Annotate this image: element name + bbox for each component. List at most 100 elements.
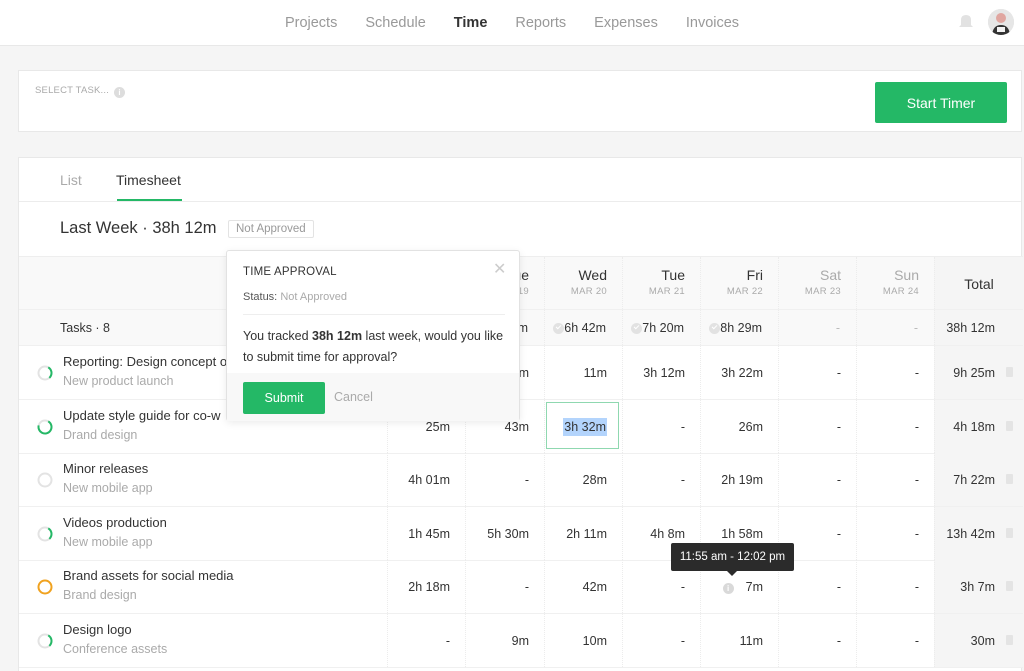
day-total: - — [856, 310, 934, 345]
time-entry-cell[interactable]: - — [778, 399, 856, 453]
time-entry-cell[interactable]: - — [387, 613, 465, 667]
day-total: 6h 42m — [544, 310, 622, 345]
time-entry-cell[interactable]: - — [856, 506, 934, 560]
time-entry-cell[interactable]: 3h 12m — [622, 346, 700, 399]
time-entry-cell[interactable]: - — [622, 613, 700, 667]
tab-timesheet[interactable]: Timesheet — [116, 172, 181, 188]
time-entry-cell[interactable]: - — [856, 453, 934, 506]
time-entry-cell[interactable]: - — [778, 346, 856, 399]
time-entry-cell[interactable]: 28m — [544, 453, 622, 506]
task-name: Videos production — [63, 514, 167, 530]
day-total: 7h 20m — [622, 310, 700, 345]
task-info[interactable]: Design logo Conference assets — [19, 614, 387, 667]
time-range-tooltip: 11:55 am - 12:02 pm — [671, 543, 794, 576]
approved-check-icon — [553, 323, 564, 334]
time-entry-cell[interactable]: - — [778, 613, 856, 667]
day-header: Tue MAR 21 — [622, 257, 700, 309]
task-info[interactable]: Videos production New mobile app — [19, 507, 387, 560]
nav-schedule[interactable]: Schedule — [365, 15, 425, 31]
row-total: 13h 42m — [934, 506, 1023, 560]
delete-row-icon[interactable] — [1006, 367, 1013, 377]
time-entry-cell[interactable]: 11m — [700, 613, 778, 667]
task-info[interactable]: Minor releases New mobile app — [19, 453, 387, 506]
nav-menu: Projects Schedule Time Reports Expenses … — [0, 0, 1024, 46]
status-badge[interactable]: Not Approved — [228, 220, 314, 238]
select-task-input[interactable]: SELECT TASK... i — [35, 85, 126, 98]
approval-status-value: Not Approved — [280, 291, 347, 303]
time-entry-cell[interactable]: - — [622, 453, 700, 506]
time-entry-cell[interactable]: 42m — [544, 560, 622, 613]
time-entry-cell[interactable]: 4h 01m — [387, 453, 465, 506]
select-task-placeholder: SELECT TASK... — [35, 85, 110, 96]
progress-ring-icon — [37, 365, 53, 381]
timesheet-panel: List Timesheet Last Week · 38h 12m Not A… — [18, 157, 1023, 671]
time-entry-cell[interactable]: 10m — [544, 613, 622, 667]
task-info[interactable]: Brand assets for social media Brand desig… — [19, 560, 387, 613]
approval-message: You tracked 38h 12m last week, would you… — [243, 329, 504, 364]
progress-ring-icon — [37, 472, 53, 488]
time-entry-cell[interactable]: 2h 19m — [700, 453, 778, 506]
task-project: New product launch — [63, 374, 174, 388]
week-title: Last Week · 38h 12m — [60, 219, 217, 237]
task-project: New mobile app — [63, 534, 153, 549]
task-name: Minor releases — [63, 461, 149, 476]
table-row: Brand assets for social media Brand desig… — [19, 560, 1023, 614]
summary-row: Tasks · 8 m 6h 42m 7h 20m 8h 29m - - 38h… — [19, 310, 1023, 346]
total-header: Total — [934, 257, 1023, 309]
day-header: Wed MAR 20 — [544, 257, 622, 309]
time-entry-cell[interactable]: - — [856, 613, 934, 667]
tasks-count: Tasks · 8 — [60, 321, 111, 335]
submit-button[interactable]: Submit — [243, 382, 325, 414]
active-tab-indicator — [117, 199, 182, 201]
popover-title: TIME APPROVAL — [243, 266, 337, 278]
delete-row-icon[interactable] — [1006, 420, 1013, 431]
popover-footer: Submit Cancel — [227, 373, 519, 421]
view-tabs: List Timesheet — [19, 158, 1021, 202]
time-entry-cell[interactable]: 5h 30m — [465, 506, 544, 560]
delete-row-icon[interactable] — [1006, 634, 1013, 645]
time-entry-cell[interactable]: - — [465, 453, 544, 506]
time-entry-cell[interactable]: 11m — [544, 346, 622, 399]
time-entry-cell[interactable]: - — [465, 560, 544, 613]
delete-row-icon[interactable] — [1006, 581, 1013, 591]
close-icon[interactable]: ✕ — [493, 262, 506, 278]
nav-reports[interactable]: Reports — [515, 15, 566, 31]
time-entry-cell[interactable]: 2h 11m — [544, 506, 622, 560]
nav-invoices[interactable]: Invoices — [686, 15, 739, 31]
nav-expenses[interactable]: Expenses — [594, 15, 658, 31]
time-entry-cell[interactable]: - — [856, 560, 934, 613]
row-total: 7h 22m — [934, 453, 1023, 506]
time-entry-cell[interactable]: 1h 45m — [387, 506, 465, 560]
time-entry-cell[interactable]: 9m — [465, 613, 544, 667]
approved-check-icon — [709, 323, 720, 334]
tab-list[interactable]: List — [60, 172, 82, 188]
table-row: Videos production New mobile app 1h 45m 5h … — [19, 506, 1023, 561]
info-icon[interactable]: i — [722, 583, 734, 594]
progress-ring-icon — [37, 526, 53, 541]
time-entry-cell[interactable]: - — [856, 346, 934, 399]
table-header-row: Tue MAR 19 Wed MAR 20 Tue MAR 21 Fri MAR… — [19, 256, 1023, 310]
time-entry-cell[interactable]: - — [856, 399, 934, 453]
time-entry-cell[interactable]: 26m — [700, 399, 778, 453]
info-icon[interactable]: i — [114, 87, 126, 98]
task-name: Update style guide for co-w — [63, 407, 221, 423]
time-entry-cell[interactable]: 2h 18m — [387, 560, 465, 613]
bell-icon[interactable] — [957, 12, 975, 30]
task-name: Design logo — [63, 621, 132, 637]
time-entry-cell[interactable]: 3h 22m — [700, 346, 778, 399]
user-avatar[interactable] — [988, 9, 1014, 35]
day-header: Sun MAR 24 — [856, 257, 934, 309]
nav-projects[interactable]: Projects — [285, 15, 337, 31]
time-entry-cell[interactable]: - — [622, 399, 700, 453]
time-entry-cell[interactable]: - — [778, 453, 856, 506]
cancel-button[interactable]: Cancel — [334, 390, 373, 404]
task-selector-panel: SELECT TASK... i Start Timer — [18, 70, 1022, 132]
delete-row-icon[interactable] — [1006, 474, 1013, 484]
day-total: - — [778, 310, 856, 345]
divider — [243, 314, 505, 315]
nav-time[interactable]: Time — [454, 15, 488, 31]
start-timer-button[interactable]: Start Timer — [875, 82, 1007, 123]
day-header: Sat MAR 23 — [778, 257, 856, 309]
delete-row-icon[interactable] — [1006, 527, 1013, 538]
avatar-image-icon — [988, 9, 1014, 35]
